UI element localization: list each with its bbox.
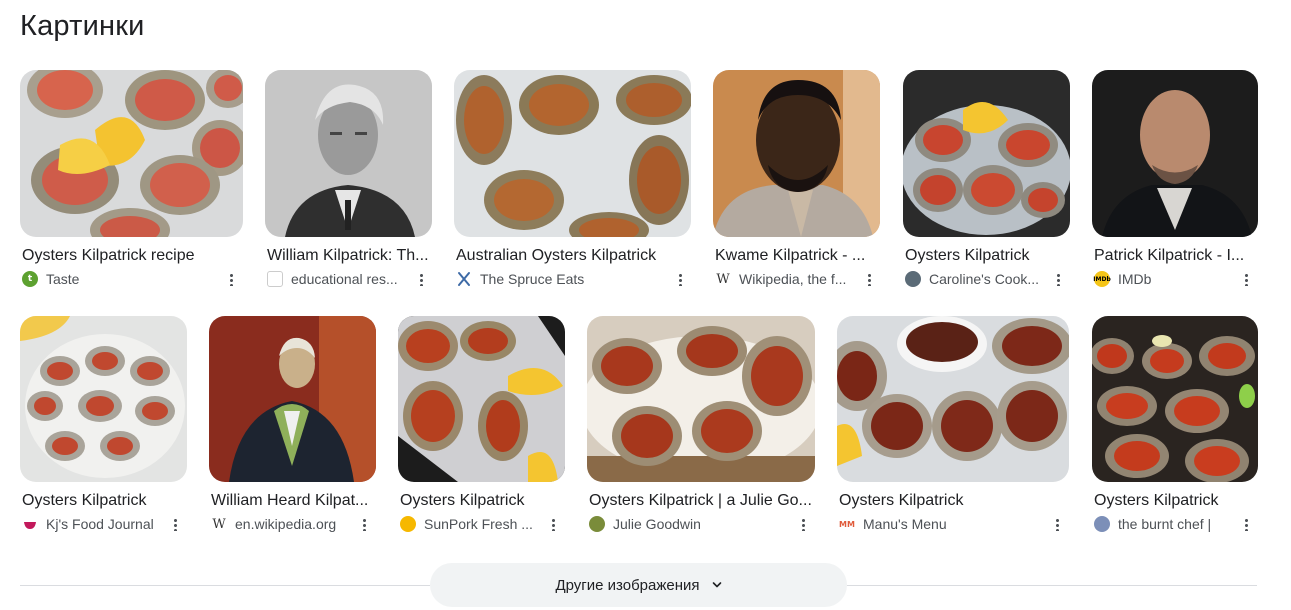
more-options-icon[interactable] (1236, 514, 1256, 534)
utensils-icon (456, 271, 472, 287)
result-source[interactable]: educational res... (267, 270, 407, 288)
divider-left (20, 585, 430, 586)
taste-icon: t (22, 271, 38, 287)
result-title[interactable]: Oysters Kilpatrick (905, 247, 1070, 265)
result-title[interactable]: Oysters Kilpatrick (400, 492, 565, 510)
more-options-icon[interactable] (1048, 269, 1068, 289)
old-man-portrait-image[interactable] (265, 70, 432, 237)
divider-right (847, 585, 1257, 586)
more-options-icon[interactable] (411, 269, 431, 289)
bowl-icon (22, 516, 38, 532)
result-title[interactable]: Oysters Kilpatrick (22, 492, 187, 510)
result-title[interactable]: Oysters Kilpatrick (1094, 492, 1258, 510)
result-title[interactable]: Oysters Kilpatrick | a Julie Go... (589, 492, 815, 510)
result-title[interactable]: Oysters Kilpatrick recipe (22, 247, 243, 265)
more-images-button[interactable]: Другие изображения (430, 563, 847, 607)
more-options-icon[interactable] (793, 514, 813, 534)
wikipedia-icon: W (716, 271, 730, 287)
more-images-label: Другие изображения (555, 576, 700, 594)
result-title[interactable]: Australian Oysters Kilpatrick (456, 247, 691, 265)
imdb-icon: IMDb (1093, 271, 1111, 287)
oysters-ice-image[interactable] (454, 70, 691, 237)
oysters-tray-image[interactable] (1092, 316, 1258, 482)
leaf-icon (589, 516, 605, 532)
more-options-icon[interactable] (165, 514, 185, 534)
wikipedia-icon: W (212, 516, 226, 532)
oysters-white-plate-image[interactable] (20, 316, 187, 482)
result-title[interactable]: Kwame Kilpatrick - ... (715, 247, 880, 265)
more-options-icon[interactable] (859, 269, 879, 289)
result-source[interactable]: The Spruce Eats (456, 270, 656, 288)
more-options-icon[interactable] (221, 269, 241, 289)
more-options-icon[interactable] (354, 514, 374, 534)
result-source[interactable]: IMDb IMDb (1093, 270, 1234, 288)
result-source[interactable]: Julie Goodwin (589, 515, 779, 533)
chevron-down-icon (712, 582, 721, 588)
result-source[interactable]: the burnt chef | (1094, 515, 1234, 533)
oysters-bacon-image[interactable] (587, 316, 815, 482)
globe-icon (1094, 516, 1110, 532)
more-options-icon[interactable] (670, 269, 690, 289)
section-heading: Картинки (20, 10, 145, 42)
more-options-icon[interactable] (543, 514, 563, 534)
result-title[interactable]: William Kilpatrick: Th... (267, 247, 432, 265)
document-icon (267, 271, 283, 287)
oysters-lemon-image[interactable] (20, 70, 243, 237)
painting-portrait-image[interactable] (209, 316, 376, 482)
result-source[interactable]: SunPork Fresh ... (400, 515, 545, 533)
result-title[interactable]: Patrick Kilpatrick - I... (1094, 247, 1258, 265)
result-title[interactable]: William Heard Kilpat... (211, 492, 376, 510)
result-title[interactable]: Oysters Kilpatrick (839, 492, 1069, 510)
manu-icon: MM (839, 519, 855, 529)
man-portrait-image[interactable] (713, 70, 880, 237)
result-source[interactable]: MM Manu's Menu (839, 515, 1029, 533)
sun-icon (400, 516, 416, 532)
result-source[interactable]: Caroline's Cook... (905, 270, 1045, 288)
actor-portrait-image[interactable] (1092, 70, 1258, 237)
avatar-icon (905, 271, 921, 287)
result-source[interactable]: Kj's Food Journal (22, 515, 167, 533)
more-options-icon[interactable] (1236, 269, 1256, 289)
oysters-sauce-bowl-image[interactable] (837, 316, 1069, 482)
result-source[interactable]: t Taste (22, 270, 212, 288)
oysters-plate-image[interactable] (903, 70, 1070, 237)
more-options-icon[interactable] (1047, 514, 1067, 534)
result-source[interactable]: W Wikipedia, the f... (715, 270, 855, 288)
result-source[interactable]: W en.wikipedia.org (211, 515, 356, 533)
oysters-salt-image[interactable] (398, 316, 565, 482)
